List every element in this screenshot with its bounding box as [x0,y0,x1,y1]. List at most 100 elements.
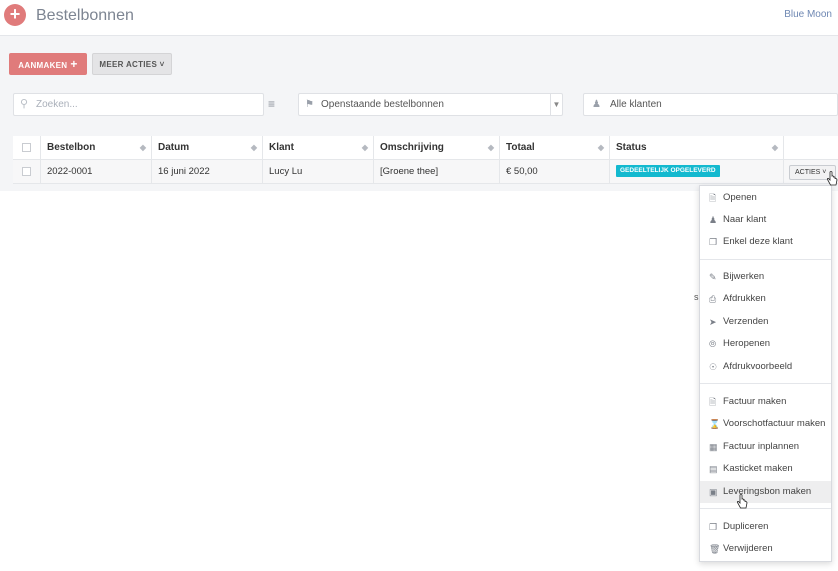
cell-bestelbon[interactable]: 2022-0001 [41,160,152,184]
menu-item-enkel-deze-klant[interactable]: ❐ Enkel deze klant [700,231,831,253]
company-name[interactable]: Blue Moon [784,9,832,20]
cell-datum: 16 juni 2022 [152,160,263,184]
sort-icon[interactable]: ◆ [772,136,778,160]
top-bar: + Bestelbonnen Blue Moon [0,0,838,36]
orders-table: Bestelbon ◆ Datum ◆ Klant ◆ Omschrijving ◆ T… [13,136,838,184]
receipt-icon: ▤ [709,464,718,474]
status-badge: GEDEELTELIJK OPGELEVERD [616,165,720,178]
cell-klant: Lucy Lu [263,160,374,184]
column-label: Klant [269,142,294,153]
chevron-down-icon[interactable]: ▼ [550,94,562,115]
menu-item-label: Afdrukken [723,293,766,304]
menu-item-afdrukvoorbeeld[interactable]: ☉ Afdrukvoorbeeld [700,356,831,378]
menu-item-heropenen[interactable]: ⦾ Heropenen [700,333,831,355]
hourglass-icon: ⌛ [709,419,721,429]
menu-divider [700,508,831,509]
file-icon: 🗎 [709,397,717,407]
menu-divider [700,259,831,260]
sort-icon[interactable]: ◆ [251,136,257,160]
menu-item-label: Naar klant [723,214,767,225]
copy-icon: ❐ [709,237,718,247]
column-label: Totaal [506,142,535,153]
cell-omschrijving: [Groene thee] [374,160,500,184]
stray-text-fragment: s [694,292,699,302]
order-filter-select[interactable]: ⚑ Openstaande bestelbonnen ▼ [298,93,563,116]
main-content: AANMAKEN + MEER ACTIES ˅ ⚲ Zoeken... ≡ ⚑ … [0,36,838,191]
client-filter-value: Alle klanten [610,99,662,110]
box-icon: ▣ [709,487,718,497]
menu-item-verwijderen[interactable]: 🗑 Verwijderen [700,538,831,560]
sort-icon[interactable]: ◆ [488,136,494,160]
column-header-status[interactable]: Status ◆ [610,136,784,160]
actions-dropdown-menu: 🗎 Openen ♟ Naar klant ❐ Enkel deze klant ✎ B… [699,185,832,562]
menu-item-dupliceren[interactable]: ❐ Dupliceren [700,516,831,538]
filter-settings-icon[interactable]: ≡ [268,97,275,111]
menu-item-label: Afdrukvoorbeeld [723,361,793,372]
plus-icon: + [70,57,78,71]
column-label: Bestelbon [47,142,96,153]
trash-icon: 🗑 [709,544,721,554]
menu-item-label: Dupliceren [723,521,769,532]
menu-item-label: Verwijderen [723,543,773,554]
search-placeholder: Zoeken... [36,99,78,110]
menu-divider [700,383,831,384]
table-header: Bestelbon ◆ Datum ◆ Klant ◆ Omschrijving ◆ T… [13,136,838,160]
table-row[interactable]: 2022-0001 16 juni 2022 Lucy Lu [Groene t… [13,160,838,184]
column-header-actions [784,136,838,160]
column-header-bestelbon[interactable]: Bestelbon ◆ [41,136,152,160]
menu-item-factuur-maken[interactable]: 🗎 Factuur maken [700,391,831,413]
add-icon[interactable]: + [4,4,26,26]
search-input[interactable]: ⚲ Zoeken... [13,93,264,116]
sort-icon[interactable]: ◆ [140,136,146,160]
menu-item-bijwerken[interactable]: ✎ Bijwerken [700,266,831,288]
menu-item-factuur-inplannen[interactable]: ▦ Factuur inplannen [700,436,831,458]
page-title: Bestelbonnen [36,7,134,24]
select-all-checkbox[interactable] [22,143,31,152]
hand-cursor-icon [736,494,748,509]
hand-cursor-icon [826,171,838,186]
column-label: Status [616,142,647,153]
cell-totaal: € 50,00 [500,160,610,184]
column-header-totaal[interactable]: Totaal ◆ [500,136,610,160]
menu-item-label: Factuur maken [723,396,787,407]
menu-item-label: Openen [723,192,757,203]
calendar-icon: ▦ [709,442,718,452]
select-all-cell [13,136,41,160]
user-icon: ♟ [709,215,718,225]
eye-icon: ☉ [709,362,718,372]
menu-item-label: Kasticket maken [723,463,793,474]
column-header-omschrijving[interactable]: Omschrijving ◆ [374,136,500,160]
menu-item-kasticket-maken[interactable]: ▤ Kasticket maken [700,458,831,480]
menu-item-openen[interactable]: 🗎 Openen [700,187,831,209]
client-filter-select[interactable]: ♟ Alle klanten [583,93,838,116]
row-select-cell [13,160,41,184]
duplicate-icon: ❐ [709,522,718,532]
sort-icon[interactable]: ◆ [598,136,604,160]
menu-item-verzenden[interactable]: ➤ Verzenden [700,311,831,333]
menu-item-label: Bijwerken [723,271,765,282]
cell-status: GEDEELTELIJK OPGELEVERD [610,160,784,184]
users-icon: ♟ [592,99,601,110]
menu-item-label: Factuur inplannen [723,441,800,452]
menu-item-afdrukken[interactable]: ⎙ Afdrukken [700,288,831,310]
menu-item-voorschotfactuur-maken[interactable]: ⌛ Voorschotfactuur maken [700,413,831,435]
row-checkbox[interactable] [22,167,31,176]
menu-item-label: Enkel deze klant [723,236,793,247]
create-button[interactable]: AANMAKEN + [9,53,87,75]
column-header-datum[interactable]: Datum ◆ [152,136,263,160]
more-actions-button[interactable]: MEER ACTIES ˅ [92,53,172,75]
edit-icon: ✎ [709,272,717,282]
search-icon: ⚲ [20,98,29,110]
menu-item-label: Heropenen [723,338,771,349]
create-button-label: AANMAKEN [18,61,68,70]
send-icon: ➤ [709,317,717,327]
column-header-klant[interactable]: Klant ◆ [263,136,374,160]
sort-icon[interactable]: ◆ [362,136,368,160]
menu-item-leveringsbon-maken[interactable]: ▣ Leveringsbon maken [700,481,831,503]
printer-icon: ⎙ [709,294,717,304]
order-filter-value: Openstaande bestelbonnen [321,99,444,110]
menu-item-label: Voorschotfactuur maken [723,418,826,429]
file-icon: 🗎 [709,193,717,203]
compass-icon: ⦾ [709,339,717,349]
menu-item-naar-klant[interactable]: ♟ Naar klant [700,209,831,231]
